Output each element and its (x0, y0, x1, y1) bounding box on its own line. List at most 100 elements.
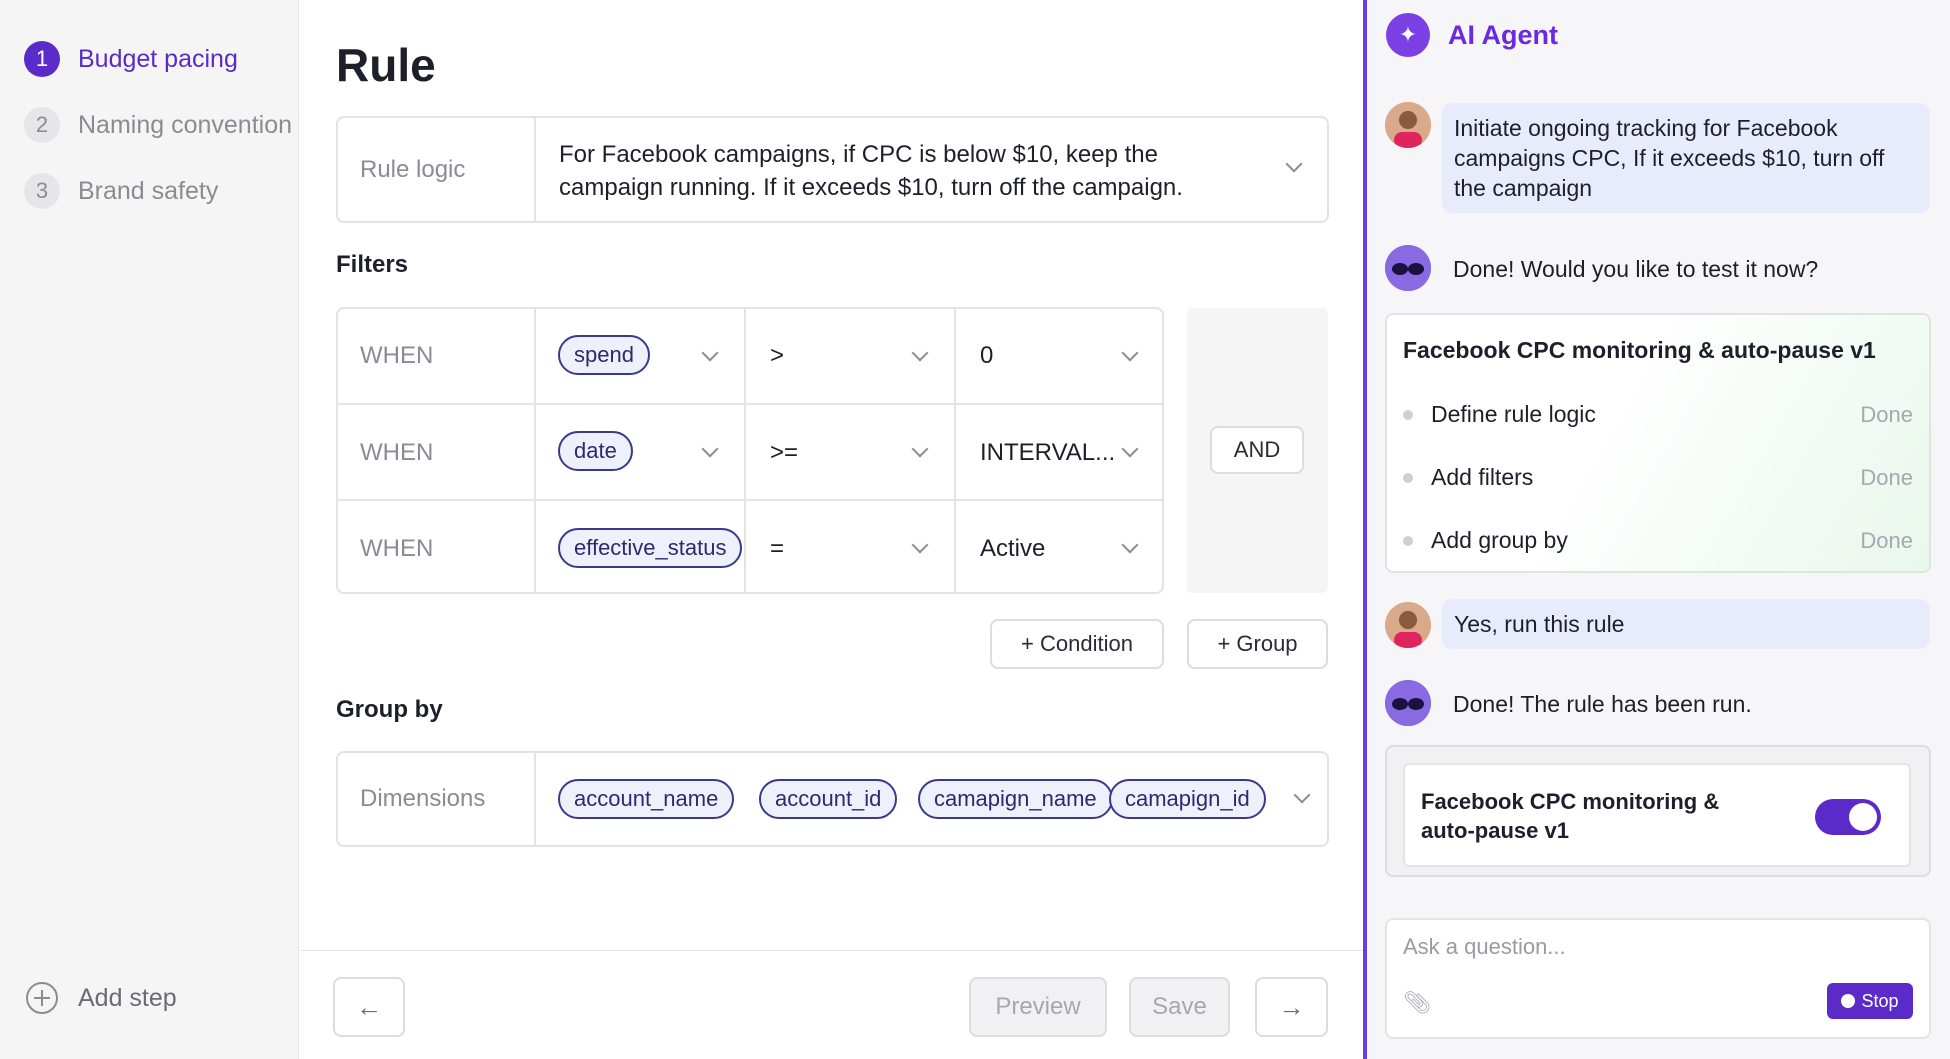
chevron-down-icon[interactable] (1121, 440, 1139, 458)
main-content: Rule Rule logic For Facebook campaigns, … (300, 0, 1363, 1059)
filter-field-pill[interactable]: date (558, 431, 633, 471)
dimension-pill[interactable]: account_id (759, 779, 898, 819)
chevron-down-icon[interactable] (1121, 536, 1139, 554)
filters-title: Filters (336, 251, 409, 278)
chevron-down-icon[interactable] (911, 440, 929, 458)
back-button[interactable]: ← (333, 977, 405, 1037)
divider (534, 118, 536, 221)
stop-button[interactable]: Stop (1827, 983, 1913, 1019)
task-card-title: Facebook CPC monitoring & auto-pause v1 (1403, 337, 1876, 363)
divider (744, 309, 746, 592)
chevron-down-icon[interactable] (911, 536, 929, 554)
paperclip-icon[interactable]: 📎︎ (1403, 990, 1431, 1016)
rule-logic-box[interactable]: Rule logic For Facebook campaigns, if CP… (336, 116, 1329, 223)
rule-card-container: Facebook CPC monitoring & auto-pause v1 (1385, 745, 1931, 877)
divider (338, 403, 1162, 405)
user-avatar (1385, 102, 1431, 148)
user-message: Initiate ongoing tracking for Facebook c… (1442, 103, 1930, 213)
add-step-label: Add step (78, 983, 177, 1012)
step-label: Naming convention (78, 110, 293, 139)
task-row: Define rule logic Done (1403, 401, 1913, 428)
filter-operator[interactable]: = (770, 535, 784, 563)
dimension-pill[interactable]: camapign_id (1109, 779, 1266, 819)
preview-button[interactable]: Preview (969, 977, 1107, 1037)
divider (534, 753, 536, 845)
step-number: 2 (24, 107, 60, 143)
dimension-pill[interactable]: camapign_name (918, 779, 1113, 819)
step-label: Brand safety (78, 176, 219, 205)
logic-group-area: AND (1187, 308, 1328, 593)
add-group-button[interactable]: + Group (1187, 619, 1328, 669)
footer-divider (300, 950, 1363, 951)
user-message: Yes, run this rule (1442, 599, 1930, 649)
step-number: 3 (24, 173, 60, 209)
rule-card: Facebook CPC monitoring & auto-pause v1 (1403, 763, 1911, 867)
chat-composer: 📎︎ Stop (1385, 918, 1931, 1039)
sparkle-icon: ✦ (1386, 13, 1430, 57)
stop-icon (1841, 994, 1856, 1008)
rule-logic-text: For Facebook campaigns, if CPC is below … (559, 141, 1183, 201)
rule-card-name: Facebook CPC monitoring & auto-pause v1 (1421, 789, 1720, 843)
step-budget-pacing[interactable]: 1 Budget pacing (24, 39, 238, 79)
dimensions-box[interactable]: Dimensions account_name account_id camap… (336, 751, 1329, 847)
task-row: Add group by Done (1403, 527, 1913, 554)
and-button[interactable]: AND (1210, 426, 1304, 474)
rule-logic-label: Rule logic (360, 156, 466, 183)
filter-value[interactable]: INTERVAL... (980, 439, 1115, 467)
task-status: Done (1860, 401, 1913, 427)
task-status: Done (1860, 464, 1913, 490)
divider (954, 309, 956, 592)
page-title: Rule (336, 39, 436, 91)
chevron-down-icon[interactable] (1121, 344, 1139, 362)
dimensions-label: Dimensions (360, 785, 486, 812)
ai-agent-panel: ✦ AI Agent Initiate ongoing tracking for… (1367, 0, 1950, 1059)
bullet-icon (1403, 472, 1413, 483)
user-avatar (1385, 602, 1431, 648)
next-button[interactable]: → (1255, 977, 1328, 1037)
filters-table: WHEN spend > 0 WHEN date >= INTERVAL... … (336, 307, 1164, 594)
filter-operator[interactable]: > (770, 342, 784, 370)
filter-when-label: WHEN (360, 342, 434, 369)
filter-operator[interactable]: >= (770, 439, 798, 467)
filter-field-pill[interactable]: effective_status (558, 528, 743, 568)
plus-circle-icon (26, 982, 58, 1014)
group-by-title: Group by (336, 696, 443, 723)
filter-when-label: WHEN (360, 535, 434, 562)
arrow-left-icon: ← (356, 991, 382, 1022)
dimension-pill[interactable]: account_name (558, 779, 735, 819)
task-progress-card: Facebook CPC monitoring & auto-pause v1 … (1385, 313, 1931, 573)
filter-field-pill[interactable]: spend (558, 335, 650, 375)
arrow-right-icon: → (1278, 991, 1305, 1022)
agent-message: Done! The rule has been run. (1453, 691, 1752, 717)
chevron-down-icon[interactable] (701, 344, 719, 362)
chevron-down-icon[interactable] (1293, 786, 1311, 804)
task-status: Done (1860, 527, 1913, 553)
task-label: Define rule logic (1431, 401, 1596, 427)
filter-when-label: WHEN (360, 439, 434, 466)
chat-input[interactable] (1403, 934, 1903, 960)
add-step-button[interactable]: Add step (26, 982, 177, 1014)
add-condition-button[interactable]: + Condition (990, 619, 1164, 669)
task-row: Add filters Done (1403, 464, 1913, 491)
chevron-down-icon[interactable] (911, 344, 929, 362)
agent-avatar (1385, 245, 1431, 291)
step-naming-convention[interactable]: 2 Naming convention (24, 105, 292, 145)
agent-title: AI Agent (1448, 20, 1558, 50)
divider (534, 309, 536, 592)
chevron-down-icon[interactable] (701, 440, 719, 458)
step-number: 1 (24, 41, 60, 77)
stop-label: Stop (1861, 990, 1899, 1011)
chevron-down-icon[interactable] (1285, 155, 1303, 173)
save-button[interactable]: Save (1129, 977, 1230, 1037)
filter-value[interactable]: 0 (980, 342, 993, 370)
task-label: Add group by (1431, 527, 1568, 553)
bullet-icon (1403, 535, 1413, 546)
filter-value[interactable]: Active (980, 535, 1045, 563)
divider (338, 499, 1162, 501)
step-brand-safety[interactable]: 3 Brand safety (24, 171, 218, 211)
task-label: Add filters (1431, 464, 1534, 490)
step-label: Budget pacing (78, 44, 238, 73)
agent-avatar (1385, 680, 1431, 726)
rule-enabled-toggle[interactable] (1815, 799, 1881, 835)
steps-sidebar: 1 Budget pacing 2 Naming convention 3 Br… (0, 0, 299, 1059)
